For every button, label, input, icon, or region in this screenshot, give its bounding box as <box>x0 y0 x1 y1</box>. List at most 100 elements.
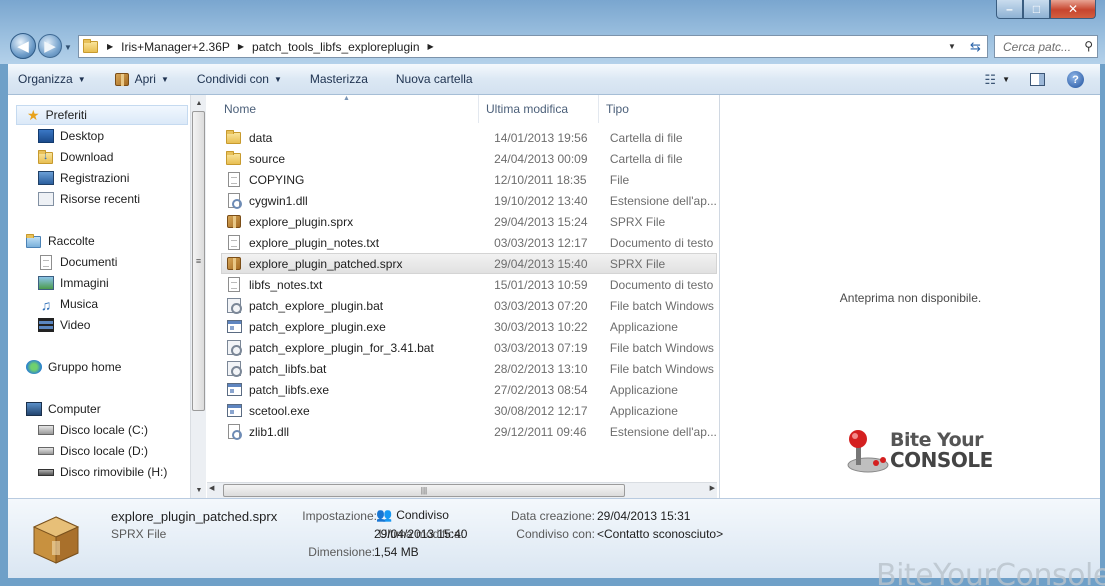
nav-scroll-thumb[interactable]: ≡ <box>192 111 205 411</box>
file-type: File batch Windows <box>609 298 714 313</box>
nav-disk-d[interactable]: Disco locale (D:) <box>38 441 148 461</box>
file-date: 19/10/2012 13:40 <box>494 193 588 208</box>
file-row[interactable]: libfs_notes.txt 15/01/2013 10:59 Documento… <box>221 274 717 295</box>
folder-icon <box>83 39 99 54</box>
batch-file-icon <box>226 361 242 377</box>
navigation-pane: ★ Preferiti Desktop ↓ Download Registrazio… <box>8 95 190 498</box>
file-row[interactable]: explore_plugin.sprx 29/04/2013 15:24 SPRX … <box>221 211 717 232</box>
list-horizontal-scrollbar[interactable]: ◀ ||| ▶ <box>207 482 717 498</box>
forward-arrow-icon: ▶ <box>44 38 56 55</box>
back-button[interactable]: ◀ <box>10 33 36 59</box>
nav-images[interactable]: Immagini <box>38 273 109 293</box>
nav-scrollbar[interactable]: ▲ ≡ ▼ <box>190 95 206 498</box>
text-document-icon <box>226 277 242 292</box>
share-button[interactable]: Condividi con ▼ <box>197 72 282 86</box>
file-row[interactable]: source 24/04/2013 00:09 Cartella di file <box>221 148 717 169</box>
package-icon <box>226 256 242 271</box>
file-row[interactable]: explore_plugin_notes.txt 03/03/2013 12:17… <box>221 232 717 253</box>
file-row[interactable]: patch_explore_plugin.exe 30/03/2013 10:22… <box>221 316 717 337</box>
scroll-left-icon[interactable]: ◀ <box>209 484 214 492</box>
preview-pane: Anteprima non disponibile. Bite Your CON… <box>719 95 1100 498</box>
nav-computer-label: Computer <box>48 402 101 416</box>
detail-setting-text: Condiviso <box>396 508 449 522</box>
biteyourconsole-logo: Bite Your CONSOLE <box>840 425 993 475</box>
desktop-icon <box>38 129 54 143</box>
detail-shared-label: Condiviso con: <box>516 527 595 541</box>
file-list: ▲ Nome Ultima modifica Tipo data 14/01/20… <box>207 95 717 498</box>
nav-download-label: Download <box>60 150 114 164</box>
nav-disk-h[interactable]: Disco rimovibile (H:) <box>38 462 167 482</box>
refresh-icon: ⇆ <box>970 38 981 54</box>
burn-button[interactable]: Masterizza <box>310 72 368 86</box>
open-button[interactable]: Apri ▼ <box>114 72 169 87</box>
file-row[interactable]: patch_explore_plugin_for_3.41.bat 03/03/2… <box>221 337 717 358</box>
nav-desktop[interactable]: Desktop <box>38 126 104 146</box>
nav-recordings-label: Registrazioni <box>60 171 130 185</box>
column-name-label: Nome <box>224 102 257 116</box>
nav-download[interactable]: ↓ Download <box>38 147 113 167</box>
breadcrumb-iris-manager[interactable]: Iris+Manager+2.36P <box>121 40 230 54</box>
address-dropdown-icon[interactable]: ▼ <box>948 42 956 51</box>
nav-computer[interactable]: Computer <box>26 399 101 419</box>
nav-homegroup[interactable]: Gruppo home <box>26 357 121 377</box>
nav-recordings[interactable]: Registrazioni <box>38 168 129 188</box>
detail-created-value: 29/04/2013 15:31 <box>597 509 691 523</box>
help-icon[interactable]: ? <box>1067 71 1084 88</box>
view-chevron-icon[interactable]: ▼ <box>1002 75 1010 84</box>
new-folder-button[interactable]: Nuova cartella <box>396 72 473 86</box>
file-name: source <box>249 151 286 166</box>
detail-setting-value: 👥 Condiviso <box>376 507 449 523</box>
file-row[interactable]: cygwin1.dll 19/10/2012 13:40 Estensione de… <box>221 190 717 211</box>
logo-line1: Bite Your <box>890 429 984 451</box>
close-button[interactable]: ✕ <box>1050 0 1096 19</box>
detail-shared-value: <Contatto sconosciuto> <box>597 527 724 541</box>
forward-button[interactable]: ▶ <box>38 34 62 58</box>
view-options-icon[interactable]: ☷ <box>984 72 996 88</box>
file-row[interactable]: explore_plugin_patched.sprx 29/04/2013 15… <box>221 253 717 274</box>
scroll-right-icon[interactable]: ▶ <box>710 484 715 492</box>
breadcrumb-patch-tools[interactable]: patch_tools_libfs_exploreplugin <box>252 40 419 54</box>
nav-libraries[interactable]: Raccolte <box>26 231 95 251</box>
recent-pages-chevron-icon[interactable]: ▼ <box>64 43 72 52</box>
file-row[interactable]: COPYING 12/10/2011 18:35 File <box>221 169 717 190</box>
maximize-button[interactable]: □ <box>1023 0 1050 19</box>
column-header-type[interactable]: Tipo <box>599 95 717 123</box>
file-type: Cartella di file <box>609 151 683 166</box>
column-header-modified[interactable]: Ultima modifica <box>479 95 599 123</box>
detail-setting-label: Impostazione: <box>302 509 377 523</box>
column-header-name[interactable]: Nome <box>207 95 479 123</box>
nav-images-label: Immagini <box>60 276 109 290</box>
nav-music[interactable]: ♫ Musica <box>38 294 98 314</box>
file-row[interactable]: scetool.exe 30/08/2012 12:17 Applicazione <box>221 400 717 421</box>
file-date: 30/03/2013 10:22 <box>494 319 588 334</box>
organize-button[interactable]: Organizza ▼ <box>18 72 86 86</box>
burn-label: Masterizza <box>309 72 368 86</box>
file-type: Documento di testo <box>609 235 714 250</box>
watermark: BiteYourConsole <box>876 558 1105 586</box>
address-bar[interactable]: ▶ Iris+Manager+2.36P ▶ patch_tools_libfs… <box>78 35 988 58</box>
nav-music-label: Musica <box>60 297 99 311</box>
file-row[interactable]: patch_libfs.exe 27/02/2013 08:54 Applicazi… <box>221 379 717 400</box>
nav-video[interactable]: Video <box>38 315 90 335</box>
file-row[interactable]: data 14/01/2013 19:56 Cartella di file <box>221 127 717 148</box>
nav-favorites[interactable]: ★ Preferiti <box>16 105 188 125</box>
nav-disk-c[interactable]: Disco locale (C:) <box>38 420 148 440</box>
file-date: 24/04/2013 00:09 <box>494 151 588 166</box>
file-type: Applicazione <box>609 319 678 334</box>
file-row[interactable]: zlib1.dll 29/12/2011 09:46 Estensione dell… <box>221 421 717 442</box>
command-bar: Organizza ▼ Apri ▼ Condividi con ▼ Masteriz… <box>8 64 1100 95</box>
nav-documents[interactable]: Documenti <box>38 252 117 272</box>
nav-recent[interactable]: Risorse recenti <box>38 189 140 209</box>
file-date: 29/04/2013 15:40 <box>494 256 588 271</box>
file-row[interactable]: patch_libfs.bat 28/02/2013 13:10 File batc… <box>221 358 717 379</box>
scroll-up-icon[interactable]: ▲ <box>191 96 207 110</box>
search-input[interactable]: Cerca patc... ⚲ <box>994 35 1098 58</box>
list-scroll-thumb[interactable]: ||| <box>223 484 625 497</box>
share-label: Condividi con <box>196 72 269 86</box>
explorer-window: – □ ✕ ◀ ▶ ▼ ▶ Iris+Manager+2.36P ▶ patch… <box>0 0 1105 586</box>
preview-pane-icon[interactable] <box>1030 73 1045 86</box>
scroll-down-icon[interactable]: ▼ <box>191 483 207 497</box>
minimize-button[interactable]: – <box>996 0 1023 19</box>
refresh-button[interactable]: ⇆ <box>964 35 988 58</box>
file-row[interactable]: patch_explore_plugin.bat 03/03/2013 07:20… <box>221 295 717 316</box>
